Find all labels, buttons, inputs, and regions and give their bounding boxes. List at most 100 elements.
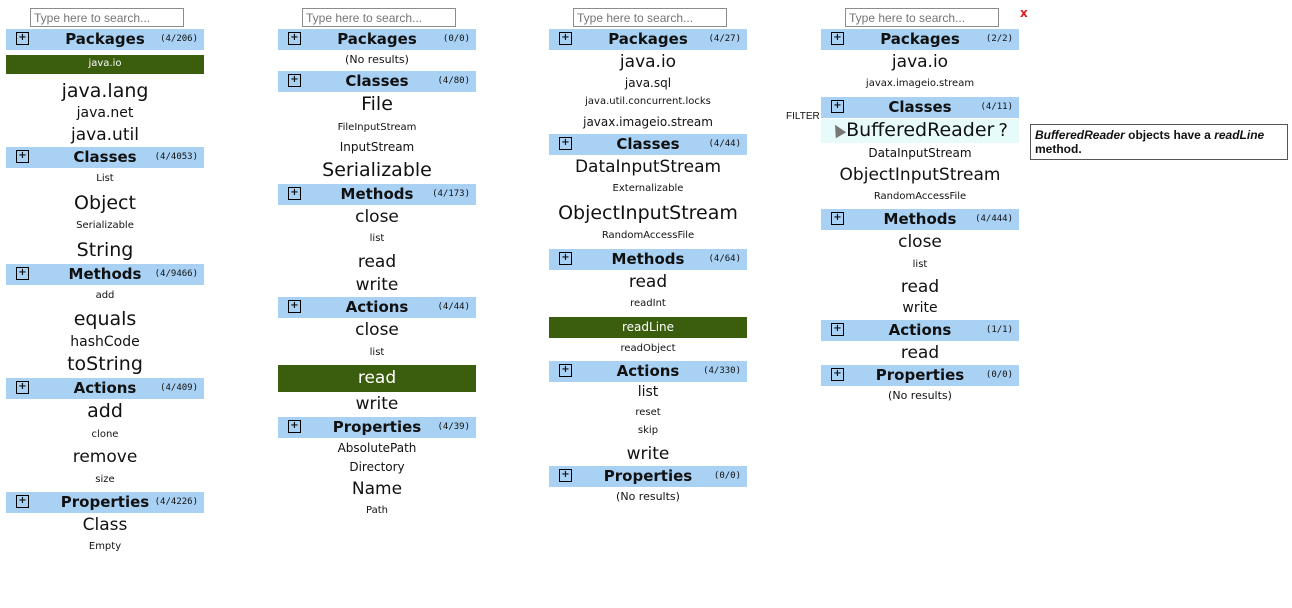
result-item-label: BufferedReader [846,118,995,141]
section-header-packages[interactable]: + Packages (4/27) [549,29,747,50]
result-item[interactable]: write [278,394,476,415]
result-item-label: java.io [619,52,677,72]
result-item[interactable]: FileInputStream [278,122,476,135]
search-input[interactable] [302,8,456,27]
result-item[interactable]: read [278,365,476,393]
section-count: (4/39) [437,421,470,432]
section-count: (4/4226) [154,497,198,507]
result-item[interactable]: write [278,275,476,296]
result-item[interactable]: add [6,400,204,424]
result-item[interactable]: close [278,207,476,228]
section-count: (0/0) [713,470,741,481]
result-item[interactable]: list [821,259,1019,272]
result-item[interactable]: list [549,384,747,402]
section-header-properties[interactable]: + Properties (0/0) [549,465,747,487]
result-item[interactable]: write [821,300,1019,318]
result-item[interactable]: java.sql [549,76,747,91]
result-item[interactable]: list [278,233,476,246]
result-item[interactable]: String [6,239,204,263]
section-header-packages[interactable]: + Packages (0/0) [278,29,476,50]
result-item[interactable]: toString [6,353,204,377]
result-item[interactable]: Directory [278,460,476,475]
section-header-methods[interactable]: + Methods (4/173) [278,184,476,205]
section-header-classes[interactable]: + Classes (4/4053) [6,147,204,168]
result-item[interactable]: reset [549,407,747,420]
section-header-classes[interactable]: + Classes (4/11) [821,96,1019,118]
search-input[interactable] [845,8,999,27]
result-item[interactable]: equals [6,308,204,332]
search-panel-3: +Packages(4/27)java.io java.sql java.util.… [549,8,747,508]
result-item[interactable]: RandomAccessFile [549,230,747,243]
result-item[interactable]: Path [278,505,476,518]
result-item[interactable]: AbsolutePath [278,441,476,456]
result-item[interactable]: Externalizable [549,183,747,196]
result-item[interactable]: javax.imageio.stream [821,78,1019,91]
section-header-classes[interactable]: + Classes (4/44) [549,133,747,155]
result-item[interactable]: close [278,320,476,341]
result-item[interactable]: clone [6,429,204,442]
result-item[interactable]: InputStream [278,140,476,155]
result-item[interactable]: read [821,343,1019,364]
section-header-properties[interactable]: + Properties (0/0) [821,365,1019,386]
result-item[interactable]: BufferedReader? [821,118,1019,143]
result-item[interactable]: read [821,277,1019,298]
result-item[interactable]: java.lang [6,80,204,104]
result-item[interactable]: List [6,173,204,186]
section-count: (4/27) [708,34,741,44]
result-item[interactable]: javax.imageio.stream [549,115,747,130]
result-item[interactable]: Name [278,479,476,500]
result-item[interactable]: ObjectInputStream [549,202,747,226]
section-header-actions[interactable]: + Actions (4/44) [278,297,476,319]
result-item[interactable]: readObject [549,343,747,356]
section-header-actions[interactable]: + Actions (4/330) [549,361,747,382]
result-item-label: readInt [630,298,666,309]
result-item[interactable]: hashCode [6,334,204,352]
search-input[interactable] [30,8,184,27]
result-item[interactable]: RandomAccessFile [821,191,1019,204]
section-header-actions[interactable]: + Actions (1/1) [821,319,1019,341]
section-header-methods[interactable]: + Methods (4/444) [821,209,1019,231]
result-item-label: DataInputStream [868,145,972,160]
search-input[interactable] [573,8,727,27]
result-item[interactable]: java.util [6,125,204,146]
result-item[interactable]: ObjectInputStream [821,165,1019,186]
result-item[interactable]: skip [549,425,747,438]
result-item[interactable]: java.io [821,52,1019,73]
close-icon[interactable]: x [1020,6,1028,20]
result-item[interactable]: read [549,272,747,293]
result-item[interactable]: Serializable [278,159,476,183]
result-item[interactable]: Class [6,515,204,536]
section-header-methods[interactable]: + Methods (4/64) [549,248,747,270]
result-item[interactable]: remove [6,447,204,468]
result-item-label: equals [73,308,137,330]
section-header-classes[interactable]: + Classes (4/80) [278,71,476,92]
section-header-methods[interactable]: + Methods (4/9466) [6,263,204,285]
result-item[interactable]: readInt [549,298,747,311]
result-item[interactable]: close [821,232,1019,253]
result-item[interactable]: add [6,290,204,303]
result-item[interactable]: readLine [549,316,747,338]
result-item[interactable]: Serializable [6,220,204,233]
section-header-packages[interactable]: + Packages (4/206) [6,29,204,50]
help-icon[interactable]: ? [998,120,1008,141]
section-header-properties[interactable]: + Properties (4/4226) [6,492,204,513]
result-item[interactable]: size [6,474,204,487]
section-header-actions[interactable]: + Actions (4/409) [6,378,204,399]
result-item[interactable]: java.io [6,55,204,74]
result-item[interactable]: java.io [549,52,747,73]
result-item[interactable]: java.net [6,105,204,123]
result-item[interactable]: Empty [6,541,204,554]
result-item[interactable]: list [278,347,476,360]
result-item[interactable]: read [278,252,476,273]
result-item-label: File [361,93,393,115]
result-item[interactable]: DataInputStream [549,157,747,178]
section-header-packages[interactable]: + Packages (2/2) [821,29,1019,50]
result-item-label: read [357,251,397,272]
result-item[interactable]: java.util.concurrent.locks [549,96,747,109]
result-item[interactable]: File [278,93,476,117]
result-item[interactable]: write [549,444,747,465]
result-item[interactable]: DataInputStream [821,146,1019,161]
section-header-properties[interactable]: + Properties (4/39) [278,416,476,438]
results-list: + Packages (4/27) java.io java.sql java.util.… [549,29,747,503]
result-item[interactable]: Object [6,192,204,216]
